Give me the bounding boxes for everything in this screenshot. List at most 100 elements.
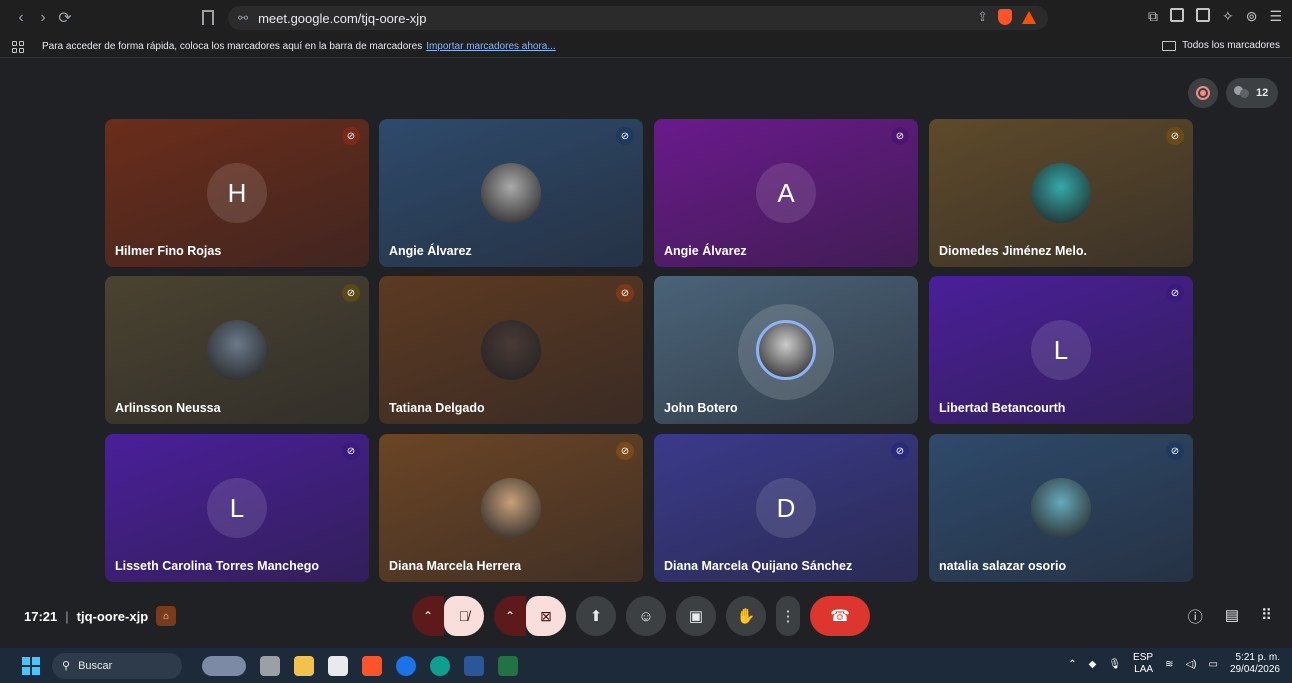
participant-tile[interactable]: H ⊘ Hilmer Fino Rojas bbox=[105, 119, 369, 267]
audio-options-button[interactable]: ⌃ bbox=[412, 596, 444, 636]
participant-tile[interactable]: ⊘ Tatiana Delgado bbox=[379, 276, 643, 424]
microphone-toggle-button[interactable]: 🎙̸ bbox=[444, 596, 484, 636]
video-options-button[interactable]: ⌃ bbox=[494, 596, 526, 636]
leave-call-button[interactable]: ☎ bbox=[810, 596, 870, 636]
reactions-button[interactable]: ☺ bbox=[626, 596, 666, 636]
tray-app-icon[interactable]: ◆ bbox=[1089, 659, 1097, 670]
participant-tile[interactable]: ⊘ Angie Álvarez bbox=[379, 119, 643, 267]
participant-tile[interactable]: L ⊘ Libertad Betancourth bbox=[929, 276, 1193, 424]
site-info-icon[interactable]: ⚯ bbox=[238, 11, 248, 25]
browser-toolbar: ‹ › ⟳ ⚯ meet.google.com/tjq-oore-xjp ⇪ ⧉… bbox=[0, 0, 1292, 36]
vpn-icon[interactable]: ⊚ bbox=[1246, 8, 1258, 25]
participant-name: Angie Álvarez bbox=[664, 244, 747, 258]
taskbar-search[interactable]: ⚲ Buscar bbox=[52, 652, 182, 679]
word-icon[interactable] bbox=[464, 655, 484, 676]
avatar-initial: A bbox=[756, 163, 816, 223]
activities-icon[interactable]: ⠿ bbox=[1261, 606, 1272, 627]
participant-tile[interactable]: ⊘ natalia salazar osorio bbox=[929, 434, 1193, 582]
participant-tile[interactable]: John Botero bbox=[654, 276, 918, 424]
muted-mic-icon: ⊘ bbox=[342, 127, 360, 145]
divider: | bbox=[65, 608, 69, 624]
participant-name: Diana Marcela Quijano Sánchez bbox=[664, 559, 853, 573]
participant-tile[interactable]: ⊘ Arlinsson Neussa bbox=[105, 276, 369, 424]
participant-name: John Botero bbox=[664, 401, 738, 415]
people-icon bbox=[1234, 86, 1250, 100]
menu-icon[interactable]: ☰ bbox=[1269, 8, 1282, 25]
participant-name: Arlinsson Neussa bbox=[115, 401, 221, 415]
tab-search-icon[interactable]: ⧉ bbox=[1148, 8, 1158, 25]
brave-rewards-icon[interactable] bbox=[1022, 10, 1036, 24]
bookmark-icon[interactable] bbox=[202, 10, 214, 25]
participant-name: Libertad Betancourth bbox=[939, 401, 1066, 415]
store-icon[interactable] bbox=[328, 655, 348, 676]
leo-ai-icon[interactable]: ✧ bbox=[1222, 8, 1234, 25]
apps-icon[interactable] bbox=[12, 40, 24, 53]
emoji-icon: ☺ bbox=[638, 607, 654, 625]
meet-controls-bar: 17:21 | tjq-oore-xjp ⌂ ⌃ 🎙̸ ⌃ ⊠ ⬆ ☺ ▣ ✋ … bbox=[0, 590, 1292, 648]
brave-browser-icon[interactable] bbox=[362, 655, 382, 676]
widgets-icon[interactable] bbox=[202, 655, 246, 676]
muted-mic-icon: ⊘ bbox=[616, 284, 634, 302]
battery-icon[interactable]: ▭ bbox=[1208, 659, 1217, 670]
muted-mic-icon: ⊘ bbox=[891, 127, 909, 145]
import-bookmarks-link[interactable]: Importar marcadores ahora... bbox=[426, 41, 556, 52]
mic-off-icon: 🎙̸ bbox=[458, 608, 470, 624]
participant-name: Diana Marcela Herrera bbox=[389, 559, 522, 573]
avatar-photo bbox=[1031, 478, 1091, 538]
back-icon[interactable]: ‹ bbox=[10, 9, 32, 27]
raise-hand-button[interactable]: ✋ bbox=[726, 596, 766, 636]
participant-tile[interactable]: ⊘ Diomedes Jiménez Melo. bbox=[929, 119, 1193, 267]
share-icon[interactable]: ⇪ bbox=[977, 9, 988, 25]
avatar-photo bbox=[756, 320, 816, 380]
meeting-details-icon[interactable]: ⓘ bbox=[1188, 606, 1203, 627]
participant-tile[interactable]: L ⊘ Lisseth Carolina Torres Manchego bbox=[105, 434, 369, 582]
avatar-photo bbox=[207, 320, 267, 380]
camera-toggle-button[interactable]: ⊠ bbox=[526, 596, 566, 636]
present-icon: ⬆ bbox=[589, 608, 603, 625]
participant-name: Angie Álvarez bbox=[389, 244, 472, 258]
more-options-button[interactable]: ⋮ bbox=[776, 596, 800, 636]
sidebar-icon[interactable] bbox=[1169, 8, 1184, 22]
picture-in-picture-icon[interactable] bbox=[1195, 8, 1210, 22]
address-bar[interactable]: ⚯ meet.google.com/tjq-oore-xjp ⇪ bbox=[228, 6, 1048, 30]
muted-mic-icon: ⊘ bbox=[342, 442, 360, 460]
forward-icon[interactable]: › bbox=[32, 9, 54, 27]
edge-icon[interactable] bbox=[430, 655, 450, 676]
participants-button[interactable]: 12 bbox=[1226, 78, 1278, 108]
folder-icon bbox=[1162, 40, 1177, 51]
app-icon[interactable] bbox=[396, 655, 416, 676]
present-screen-button[interactable]: ⬆ bbox=[576, 596, 616, 636]
muted-mic-icon: ⊘ bbox=[616, 127, 634, 145]
participant-tile[interactable]: D ⊘ Diana Marcela Quijano Sánchez bbox=[654, 434, 918, 582]
brave-shields-icon[interactable] bbox=[998, 9, 1012, 25]
show-hidden-icons[interactable]: ⌃ bbox=[1068, 659, 1076, 670]
avatar-photo bbox=[481, 478, 541, 538]
avatar-photo bbox=[481, 163, 541, 223]
chat-icon[interactable]: ▤ bbox=[1225, 606, 1239, 627]
bookmarks-hint: Para acceder de forma rápida, coloca los… bbox=[42, 41, 423, 52]
meet-stage: 12 H ⊘ Hilmer Fino Rojas ⊘ Angie Álvarez A ⊘ An… bbox=[0, 58, 1292, 648]
mic-control-group: ⌃ 🎙̸ bbox=[412, 596, 484, 636]
excel-icon[interactable] bbox=[498, 655, 518, 676]
participant-tile[interactable]: ⊘ Diana Marcela Herrera bbox=[379, 434, 643, 582]
bookmarks-bar: Para acceder de forma rápida, coloca los… bbox=[0, 36, 1292, 58]
wifi-icon[interactable]: ≋ bbox=[1165, 659, 1173, 670]
clock[interactable]: 5:21 p. m. 29/04/2026 bbox=[1230, 652, 1280, 676]
participant-tile[interactable]: A ⊘ Angie Álvarez bbox=[654, 119, 918, 267]
participant-name: natalia salazar osorio bbox=[939, 559, 1067, 573]
language-indicator[interactable]: ESP LAA bbox=[1133, 652, 1153, 676]
host-controls-icon[interactable]: ⌂ bbox=[156, 606, 177, 626]
captions-button[interactable]: ▣ bbox=[676, 596, 716, 636]
recording-indicator[interactable] bbox=[1188, 78, 1218, 108]
reload-icon[interactable]: ⟳ bbox=[54, 8, 76, 28]
participant-count: 12 bbox=[1256, 87, 1269, 99]
participant-name: Tatiana Delgado bbox=[389, 401, 485, 415]
windows-start-icon[interactable] bbox=[22, 656, 40, 675]
microphone-icon[interactable]: 🎙 bbox=[1108, 659, 1121, 670]
avatar-photo bbox=[481, 320, 541, 380]
participant-name: Diomedes Jiménez Melo. bbox=[939, 244, 1087, 258]
volume-icon[interactable]: ◁) bbox=[1185, 659, 1196, 670]
file-explorer-icon[interactable] bbox=[294, 655, 314, 676]
task-view-icon[interactable] bbox=[260, 655, 280, 676]
all-bookmarks-button[interactable]: Todos los marcadores bbox=[1162, 40, 1280, 51]
